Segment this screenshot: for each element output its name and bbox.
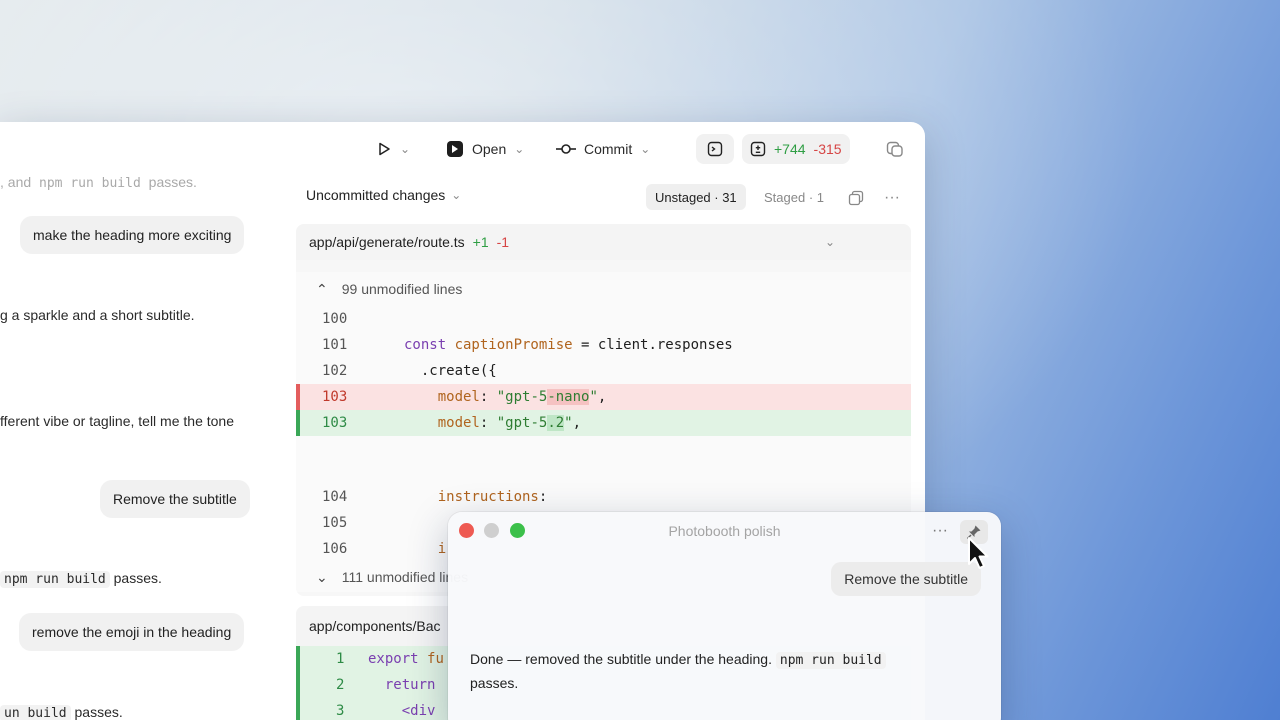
editor-app-icon xyxy=(447,141,463,157)
play-icon xyxy=(379,142,390,156)
split-view-icon xyxy=(886,141,903,157)
commit-label: Commit xyxy=(584,141,633,157)
terminal-toggle-button[interactable] xyxy=(696,134,734,164)
file-deletions: -1 xyxy=(496,234,510,250)
chevron-down-icon: ⌄ xyxy=(640,142,651,156)
user-message-bubble: Remove the subtitle xyxy=(831,562,981,596)
terminal-icon xyxy=(707,141,723,157)
copy-icon[interactable] xyxy=(846,188,866,208)
mini-chat-window: Photobooth polish ··· Remove the subtitl… xyxy=(448,512,1001,720)
chat-message: fferent vibe or tagline, tell me the ton… xyxy=(0,413,234,429)
user-message-bubble: remove the emoji in the heading xyxy=(19,613,245,651)
window-title: Photobooth polish xyxy=(668,523,781,539)
user-message-bubble: make the heading more exciting xyxy=(20,216,245,254)
chat-message: un build passes. xyxy=(0,704,123,720)
user-message-bubble: Remove the subtitle xyxy=(100,480,250,518)
code-line: 101 const captionPromise = client.respon… xyxy=(322,337,733,353)
code-line: 102 .create({ xyxy=(322,363,497,379)
uncommitted-changes-label: Uncommitted changes xyxy=(306,187,446,203)
chat-transcript: , and npm run build passes. make the hea… xyxy=(0,174,285,720)
file-additions: +1 xyxy=(472,234,489,250)
window-layout-button[interactable] xyxy=(878,134,912,164)
file-path: app/components/Bac xyxy=(309,618,441,634)
staged-tab[interactable]: Staged · 1 xyxy=(755,184,833,210)
added-code-line: 103 model: "gpt-5.2", xyxy=(296,410,911,436)
code-line: 104 instructions: xyxy=(322,489,548,505)
more-options-icon[interactable]: ··· xyxy=(932,522,948,540)
chevron-down-icon: ⌄ xyxy=(316,568,328,585)
file-path: app/api/generate/route.ts xyxy=(309,234,465,250)
deletions-count: -315 xyxy=(813,141,842,157)
chat-message: g a sparkle and a short subtitle. xyxy=(0,307,195,323)
open-button[interactable]: Open ⌄ xyxy=(438,134,532,164)
file-header[interactable]: app/api/generate/route.ts +1 -1 ⌄ xyxy=(296,224,911,260)
chevron-down-icon: ⌄ xyxy=(451,188,462,202)
chevron-up-icon: ⌃ xyxy=(316,280,328,297)
chat-message: , and npm run build passes. xyxy=(0,174,197,191)
chevron-down-icon: ⌄ xyxy=(400,142,411,156)
open-label: Open xyxy=(472,141,507,157)
collapse-unmodified-top[interactable]: ⌃ 99 unmodified lines xyxy=(296,272,911,306)
chat-message: npm run build passes. xyxy=(0,570,162,588)
mouse-cursor-icon xyxy=(968,537,989,569)
code-line: 100 xyxy=(322,311,348,327)
commit-button[interactable]: Commit ⌄ xyxy=(548,134,658,164)
diff-summary-button[interactable]: +744 -315 xyxy=(742,134,850,164)
assistant-message: Done — removed the subtitle under the he… xyxy=(470,648,970,695)
commit-icon xyxy=(556,144,576,154)
unstaged-tab[interactable]: Unstaged · 31 xyxy=(646,184,746,210)
chevron-down-icon: ⌄ xyxy=(514,142,525,156)
chevron-down-icon[interactable]: ⌄ xyxy=(825,235,835,249)
uncommitted-changes-dropdown[interactable]: Uncommitted changes ⌄ xyxy=(306,187,461,203)
toolbar: ⌄ Open ⌄ Commit ⌄ +744 -315 xyxy=(0,122,925,174)
additions-count: +744 xyxy=(774,141,806,157)
more-options-icon[interactable]: ··· xyxy=(882,188,902,208)
run-button[interactable]: ⌄ xyxy=(368,134,418,164)
diff-icon xyxy=(750,141,766,157)
removed-code-line: 103 model: "gpt-5-nano", xyxy=(296,384,911,410)
